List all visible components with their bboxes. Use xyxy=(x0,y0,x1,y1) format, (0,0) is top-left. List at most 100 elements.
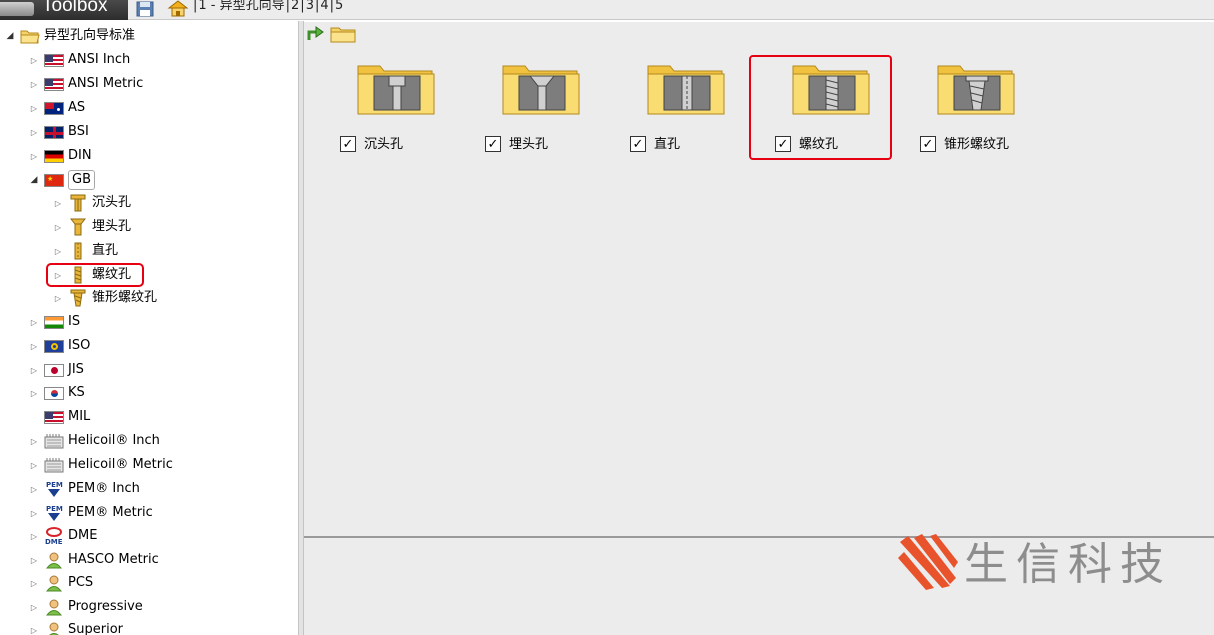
tree-item-progressive[interactable]: ▷ Progressive xyxy=(28,596,143,618)
folder-item-counterbore[interactable]: ✓ 沉头孔 xyxy=(316,22,436,152)
uk-flag-icon xyxy=(44,125,64,139)
tree-item-ansi-inch[interactable]: ▷ ANSI Inch xyxy=(28,49,130,71)
expand-arrow-icon[interactable]: ▷ xyxy=(28,483,40,495)
tree-item-gb[interactable]: ◢ ★ GB xyxy=(28,169,95,191)
tree-item-label: 锥形螺纹孔 xyxy=(92,290,158,305)
expand-arrow-icon[interactable]: ▷ xyxy=(28,435,40,447)
tree-item-label: ISO xyxy=(68,338,91,353)
expand-arrow-icon[interactable]: ▷ xyxy=(52,245,64,257)
expand-arrow-icon[interactable]: ▷ xyxy=(28,102,40,114)
tree-item-label: MIL xyxy=(68,409,91,424)
top-bar: Toolbox |1 - 异型孔向导|2|3|4|5 xyxy=(0,0,1214,20)
svg-text:PEM: PEM xyxy=(46,505,63,513)
user-icon xyxy=(44,598,64,616)
tree-item-jis[interactable]: ▷ JIS xyxy=(28,359,84,381)
tree-item-bsi[interactable]: ▷ BSI xyxy=(28,121,89,143)
breadcrumb-item-5[interactable]: 5 xyxy=(335,0,343,13)
expand-arrow-icon[interactable]: ▷ xyxy=(28,507,40,519)
collapse-arrow-icon[interactable]: ◢ xyxy=(4,30,16,42)
home-icon[interactable] xyxy=(166,0,190,17)
tree-item-label: GB xyxy=(68,170,95,190)
tree-item-label: AS xyxy=(68,100,86,115)
breadcrumb-item-3[interactable]: 3 xyxy=(306,0,314,13)
tree-item-label: ANSI Metric xyxy=(68,76,144,91)
expand-arrow-icon[interactable]: ▷ xyxy=(28,340,40,352)
usa-flag-icon xyxy=(44,53,64,67)
china-flag-icon: ★ xyxy=(44,173,64,187)
expand-arrow-icon[interactable]: ▷ xyxy=(28,554,40,566)
tree-item-helicoil-inch[interactable]: ▷ Helicoil® Inch xyxy=(28,430,160,452)
tree-item-superior[interactable]: ▷ Superior xyxy=(28,619,123,635)
countersink-hole-icon xyxy=(68,218,88,236)
tree-root-label: 异型孔向导标准 xyxy=(44,28,136,43)
tree-item-label: DME xyxy=(68,528,98,543)
expand-arrow-icon[interactable]: ▷ xyxy=(52,292,64,304)
tree-item-as[interactable]: ▷ AS xyxy=(28,97,85,119)
tree-root[interactable]: ◢ 异型孔向导标准 xyxy=(4,25,135,47)
tree-item-counterbore-hole[interactable]: ▷ 沉头孔 xyxy=(52,192,131,214)
counterbore-hole-icon xyxy=(68,194,88,212)
expand-arrow-icon[interactable]: ▷ xyxy=(52,221,64,233)
tree-item-is[interactable]: ▷ IS xyxy=(28,311,80,333)
tree-item-label: 沉头孔 xyxy=(92,195,132,210)
tree-panel: ◢ 异型孔向导标准 ▷ ANSI Inch ▷ ANSI Metric ▷ AS… xyxy=(0,21,298,635)
expand-arrow-icon[interactable]: ▷ xyxy=(28,54,40,66)
folder-item-countersink[interactable]: ✓ 埋头孔 xyxy=(461,22,581,152)
counterbore-checkbox[interactable]: ✓ xyxy=(340,136,356,152)
folder-item-tapered-tapped-hole[interactable]: ✓ 锥形螺纹孔 xyxy=(896,22,1016,152)
expand-arrow-icon[interactable]: ▷ xyxy=(28,150,40,162)
expand-arrow-icon[interactable]: ▷ xyxy=(28,624,40,635)
breadcrumb-item-1[interactable]: 1 - 异型孔向导 xyxy=(198,0,284,13)
tree-item-dme[interactable]: ▷ DME DME xyxy=(28,525,97,547)
tree-item-pcs[interactable]: ▷ PCS xyxy=(28,572,93,594)
expand-arrow-icon[interactable]: ▷ xyxy=(28,78,40,90)
user-icon xyxy=(44,574,64,592)
tree-item-straight-hole[interactable]: ▷ 直孔 xyxy=(52,240,118,262)
countersink-folder-icon xyxy=(502,65,580,115)
expand-arrow-icon[interactable]: ▷ xyxy=(28,126,40,138)
app-title: Toolbox xyxy=(42,0,108,16)
toolbox-logo-icon xyxy=(0,2,34,16)
expand-arrow-icon[interactable]: ▷ xyxy=(28,387,40,399)
tree-item-din[interactable]: ▷ DIN xyxy=(28,145,92,167)
tree-item-label: Helicoil® Inch xyxy=(68,433,160,448)
folder-label: 埋头孔 xyxy=(509,137,549,152)
tree-item-label: DIN xyxy=(68,148,92,163)
countersink-checkbox[interactable]: ✓ xyxy=(485,136,501,152)
breadcrumb-item-4[interactable]: 4 xyxy=(320,0,328,13)
straight-hole-checkbox[interactable]: ✓ xyxy=(630,136,646,152)
india-flag-icon xyxy=(44,315,64,329)
tree-item-hasco-metric[interactable]: ▷ HASCO Metric xyxy=(28,549,159,571)
breadcrumb: |1 - 异型孔向导|2|3|4|5 xyxy=(192,0,343,16)
straight-hole-folder-icon xyxy=(647,65,725,115)
expand-arrow-icon[interactable]: ▷ xyxy=(28,530,40,542)
expand-arrow-icon[interactable]: ▷ xyxy=(28,601,40,613)
svg-text:DME: DME xyxy=(45,538,63,546)
tree-item-mil[interactable]: MIL xyxy=(28,406,90,428)
tree-item-pem-metric[interactable]: ▷ PEM PEM® Metric xyxy=(28,502,153,524)
tree-item-ansi-metric[interactable]: ▷ ANSI Metric xyxy=(28,73,143,95)
folder-label: 直孔 xyxy=(654,137,681,152)
tree-item-label: HASCO Metric xyxy=(68,552,159,567)
counterbore-folder-icon xyxy=(357,65,435,115)
tree-item-helicoil-metric[interactable]: ▷ Helicoil® Metric xyxy=(28,454,173,476)
watermark-text: 生信科技 xyxy=(964,539,1172,590)
tapered-tapped-checkbox[interactable]: ✓ xyxy=(920,136,936,152)
collapse-arrow-icon[interactable]: ◢ xyxy=(28,174,40,186)
app-title-tab: Toolbox xyxy=(0,0,128,20)
tree-item-ks[interactable]: ▷ KS xyxy=(28,382,85,404)
tree-item-iso[interactable]: ▷ ISO xyxy=(28,335,90,357)
folder-item-straight-hole[interactable]: ✓ 直孔 xyxy=(606,22,726,152)
save-icon[interactable] xyxy=(136,1,154,17)
expand-arrow-icon[interactable]: ▷ xyxy=(28,577,40,589)
tree-item-countersink-hole[interactable]: ▷ 埋头孔 xyxy=(52,216,131,238)
expand-arrow-icon[interactable]: ▷ xyxy=(28,364,40,376)
expand-arrow-icon[interactable]: ▷ xyxy=(28,459,40,471)
tree-item-label: BSI xyxy=(68,124,89,139)
expand-arrow-icon[interactable]: ▷ xyxy=(28,316,40,328)
tree-item-label: IS xyxy=(68,314,81,329)
expand-arrow-icon[interactable]: ▷ xyxy=(52,197,64,209)
tree-item-pem-inch[interactable]: ▷ PEM PEM® Inch xyxy=(28,478,140,500)
tree-item-tapered-tapped-hole[interactable]: ▷ 锥形螺纹孔 xyxy=(52,287,157,309)
tree-item-label: ANSI Inch xyxy=(68,52,131,67)
